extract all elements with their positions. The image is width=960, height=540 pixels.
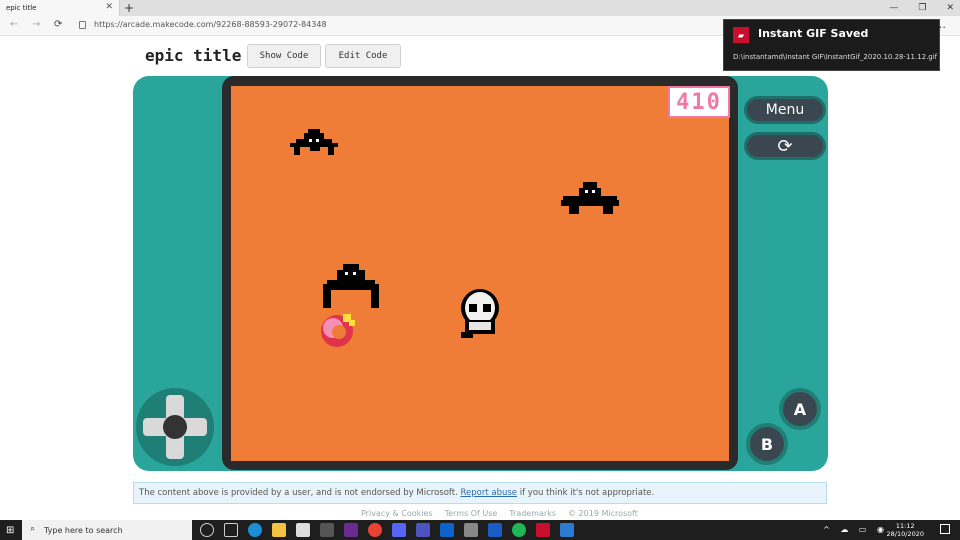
trademarks-link[interactable]: Trademarks (509, 509, 556, 518)
privacy-link[interactable]: Privacy & Cookies (361, 509, 433, 518)
word-icon[interactable] (488, 523, 502, 537)
tab-title: epic title (6, 4, 37, 12)
photos-icon[interactable] (560, 523, 574, 537)
taskbar-search[interactable]: ⌕ Type here to search (22, 520, 192, 540)
menu-label: Menu (765, 102, 805, 118)
enemy-sprite (290, 129, 338, 155)
b-button-label: B (760, 434, 774, 454)
toast-file-path: D:\instantamd\Instant GIF\InstantGif_202… (733, 53, 938, 61)
system-tray-icons[interactable]: ^ ☁ ▭ ◉ (823, 525, 888, 534)
app-icon[interactable] (464, 523, 478, 537)
terms-link[interactable]: Terms Of Use (445, 509, 498, 518)
teams-icon[interactable] (416, 523, 430, 537)
tab-bar: epic title ✕ + — ❐ ✕ (0, 0, 960, 16)
dpad-center (163, 415, 187, 439)
score-display: 410 (668, 86, 730, 118)
page-title: epic title (145, 46, 242, 65)
taskbar-apps (200, 523, 574, 537)
windows-taskbar: ⊞ ⌕ Type here to search ^ ☁ ▭ ◉ 11:12 28… (0, 520, 960, 540)
maximize-button[interactable]: ❐ (918, 3, 926, 13)
store-icon[interactable] (296, 523, 310, 537)
a-button-label: A (793, 399, 807, 419)
gif-saved-toast[interactable]: ▰ Instant GIF Saved D:\instantamd\Instan… (723, 19, 940, 71)
clock-date: 28/10/2020 (886, 530, 924, 538)
restart-button[interactable]: ⟳ (744, 132, 826, 160)
cortana-icon[interactable] (200, 523, 214, 537)
instant-gif-icon: ▰ (733, 27, 749, 43)
spotify-icon[interactable] (512, 523, 526, 537)
clock[interactable]: 11:12 28/10/2020 (887, 522, 924, 538)
notifications-icon[interactable] (940, 524, 950, 534)
report-abuse-link[interactable]: Report abuse (461, 488, 518, 498)
enemy-sprite (561, 182, 619, 214)
menu-button[interactable]: Menu (744, 96, 826, 124)
windows-start-icon[interactable]: ⊞ (6, 525, 14, 536)
fruit-sprite (321, 314, 355, 347)
task-view-icon[interactable] (224, 523, 238, 537)
notice-text: The content above is provided by a user,… (139, 488, 458, 498)
lock-icon (79, 21, 86, 29)
a-button[interactable]: A (779, 388, 821, 430)
window-controls: — ❐ ✕ (889, 0, 954, 16)
outlook-icon[interactable] (440, 523, 454, 537)
b-button[interactable]: B (746, 423, 788, 465)
edit-code-button[interactable]: Edit Code (325, 44, 401, 68)
enemy-sprite (323, 264, 379, 308)
minimize-button[interactable]: — (889, 3, 898, 13)
amd-icon[interactable] (536, 523, 550, 537)
search-icon: ⌕ (30, 524, 36, 534)
chrome-icon[interactable] (368, 523, 382, 537)
discord-icon[interactable] (392, 523, 406, 537)
notice-text-after: if you think it's not appropriate. (519, 488, 655, 498)
premiere-icon[interactable] (344, 523, 358, 537)
search-placeholder: Type here to search (44, 525, 123, 535)
new-tab-button[interactable]: + (124, 1, 134, 15)
unity-icon[interactable] (320, 523, 334, 537)
toast-title: Instant GIF Saved (758, 27, 869, 40)
tab-close-icon[interactable]: ✕ (105, 2, 113, 12)
user-content-notice: The content above is provided by a user,… (133, 482, 827, 504)
reload-icon[interactable]: ⟳ (54, 19, 62, 30)
restart-icon: ⟳ (777, 135, 793, 157)
show-code-button[interactable]: Show Code (247, 44, 321, 68)
url-field[interactable]: https://arcade.makecode.com/92268-88593-… (94, 20, 327, 29)
footer-links: Privacy & Cookies Terms Of Use Trademark… (361, 509, 638, 518)
file-explorer-icon[interactable] (272, 523, 286, 537)
edge-icon[interactable] (248, 523, 262, 537)
close-window-button[interactable]: ✕ (946, 3, 954, 13)
back-icon[interactable]: ← (10, 19, 18, 30)
player-sprite (461, 289, 499, 338)
browser-tab[interactable]: epic title ✕ (0, 0, 120, 16)
copyright-text: © 2019 Microsoft (568, 509, 638, 518)
game-screen[interactable] (231, 86, 729, 461)
clock-time: 11:12 (895, 522, 915, 530)
forward-icon[interactable]: → (32, 19, 40, 30)
